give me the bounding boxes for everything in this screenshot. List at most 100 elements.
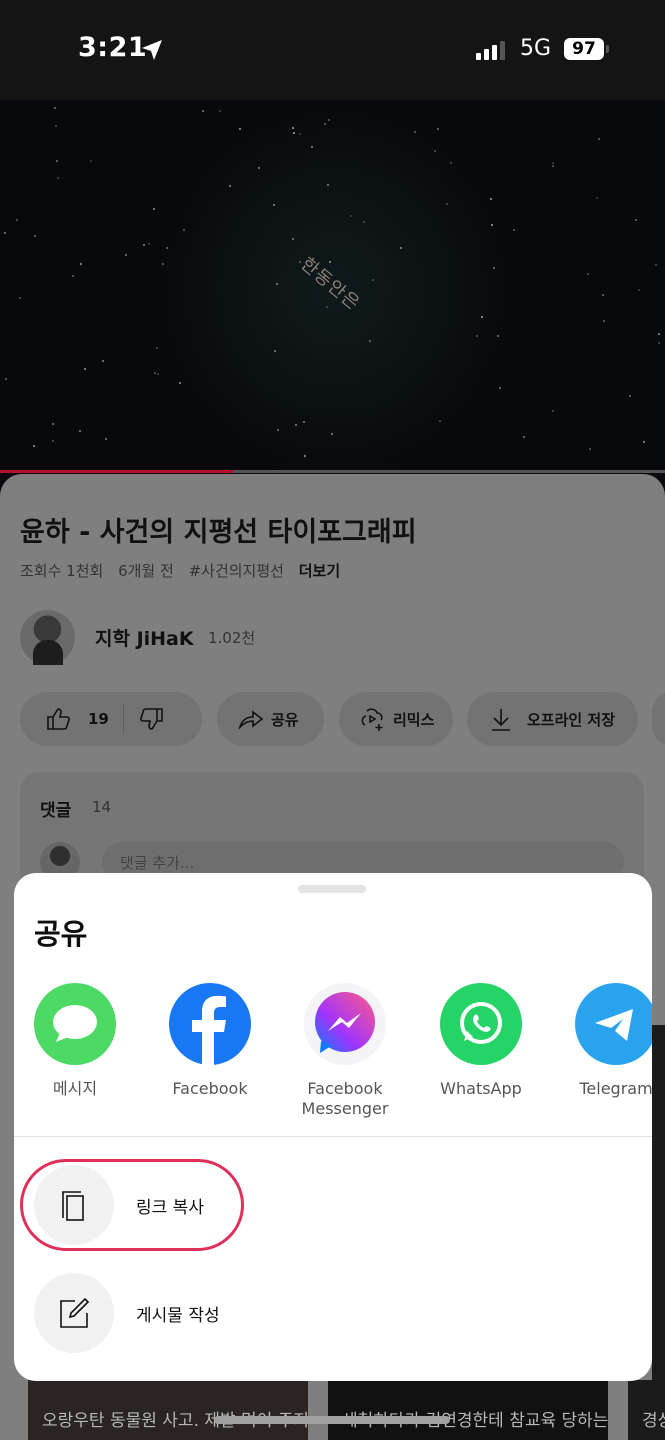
star-dot <box>157 373 159 375</box>
share-chip-button[interactable]: 공유 <box>217 692 324 746</box>
sheet-divider <box>14 1136 652 1137</box>
star-dot <box>304 455 306 457</box>
thumbs-up-icon[interactable] <box>44 705 72 733</box>
star-dot <box>273 204 275 206</box>
star-dot <box>102 360 104 362</box>
more-actions-chip[interactable] <box>652 692 665 746</box>
star-dot <box>414 131 416 133</box>
star-dot <box>350 215 352 217</box>
video-overlay-text: 한동안은 <box>296 253 364 315</box>
share-app-label: Facebook Messenger <box>301 1079 389 1118</box>
star-dot <box>148 243 150 245</box>
comments-title: 댓글 <box>40 801 72 821</box>
recommendation-card[interactable]: 세척하다가 김연경한테 참교육 당하는 제시 <box>328 1380 608 1440</box>
share-chip-label: 공유 <box>271 710 299 729</box>
star-dot <box>372 279 374 281</box>
remix-chip-button[interactable]: 리믹스 <box>339 692 453 746</box>
star-dot <box>125 254 127 256</box>
star-dot <box>369 340 371 342</box>
star-dot <box>33 445 35 447</box>
home-indicator[interactable] <box>214 1416 450 1424</box>
star-dot <box>589 448 591 450</box>
video-title: 윤하 - 사건의 지평선 타이포그래피 <box>20 517 417 548</box>
star-dot <box>292 238 294 240</box>
star-dot <box>328 119 330 121</box>
star-dot <box>363 221 365 223</box>
star-dot <box>4 232 6 234</box>
star-dot <box>54 107 56 109</box>
share-arrow-icon <box>238 710 264 730</box>
star-dot <box>277 429 279 431</box>
star-dot <box>80 263 82 265</box>
star-dot <box>143 244 145 246</box>
star-dot <box>16 219 18 221</box>
star-dot <box>153 208 155 210</box>
share-app-messenger[interactable]: Facebook Messenger <box>290 983 400 1119</box>
messenger-icon <box>304 983 386 1065</box>
video-progress-bar[interactable] <box>0 470 665 473</box>
star-dot <box>55 125 57 127</box>
star-dot <box>34 235 36 237</box>
hashtag-link[interactable]: #사건의지평선 <box>189 562 284 580</box>
status-bar: 3:21 5G 97 <box>0 0 665 100</box>
star-dot <box>491 224 493 226</box>
star-dot <box>437 128 439 130</box>
star-dot <box>655 264 657 266</box>
video-player[interactable]: 한동안은 <box>0 100 665 472</box>
location-arrow-icon <box>142 40 162 60</box>
share-app-messages[interactable]: 메시지 <box>20 983 130 1099</box>
star-dot <box>299 133 301 135</box>
star-dot <box>5 378 7 380</box>
star-dot <box>274 350 276 352</box>
share-app-label: 메시지 <box>52 1079 98 1098</box>
star-dot <box>84 368 86 370</box>
download-chip-button[interactable]: 오프라인 저장 <box>467 692 638 746</box>
more-button[interactable]: 더보기 <box>299 562 340 580</box>
comments-count: 14 <box>92 798 112 816</box>
star-dot <box>329 261 331 263</box>
star-dot <box>658 333 660 335</box>
star-dot <box>303 421 305 423</box>
star-dot <box>156 347 158 349</box>
star-dot <box>658 342 660 344</box>
share-app-whatsapp[interactable]: WhatsApp <box>426 983 536 1099</box>
chip-divider <box>122 704 124 734</box>
subscriber-count: 1.02천 <box>208 629 256 647</box>
star-dot <box>629 395 631 397</box>
share-sheet: 공유 메시지 Facebook Facebook Messenger Whats… <box>14 873 652 1381</box>
share-app-label: WhatsApp <box>440 1079 522 1098</box>
view-count: 조회수 1천회 <box>20 562 104 580</box>
recommendation-card[interactable]: 오랑우탄 동물원 사고. 제발 먹이 주지 마세요 <box>28 1380 308 1440</box>
star-dot <box>602 294 604 296</box>
drag-handle[interactable] <box>298 885 366 893</box>
channel-avatar[interactable] <box>20 610 75 665</box>
share-app-facebook[interactable]: Facebook <box>155 983 265 1099</box>
network-type: 5G <box>520 36 552 61</box>
star-dot <box>481 316 483 318</box>
star-dot <box>239 128 241 130</box>
star-dot <box>476 335 478 337</box>
facebook-icon <box>169 983 251 1065</box>
star-dot <box>587 273 589 275</box>
create-post-option[interactable]: 게시물 작성 <box>34 1273 334 1353</box>
star-dot <box>52 423 54 425</box>
recommendation-thumbnail-edge[interactable] <box>652 1025 665 1440</box>
compose-icon <box>34 1273 114 1353</box>
messages-icon <box>34 983 116 1065</box>
download-icon <box>492 709 510 731</box>
like-dislike-group: 19 <box>20 692 202 746</box>
battery-tip <box>606 45 609 53</box>
star-dot <box>450 162 452 164</box>
star-dot <box>603 320 605 322</box>
recommendation-card[interactable]: 경상 타 <box>628 1380 665 1440</box>
thumbs-down-icon[interactable] <box>138 705 166 733</box>
star-dot <box>72 275 74 277</box>
video-meta: 조회수 1천회 6개월 전 #사건의지평선 더보기 <box>20 560 350 581</box>
share-app-telegram[interactable]: Telegram <box>561 983 652 1099</box>
star-dot <box>162 263 164 265</box>
channel-name[interactable]: 지학 JiHaK <box>95 624 194 651</box>
star-dot <box>311 146 313 148</box>
star-dot <box>446 203 448 205</box>
star-dot <box>326 306 328 308</box>
star-dot <box>219 110 221 112</box>
